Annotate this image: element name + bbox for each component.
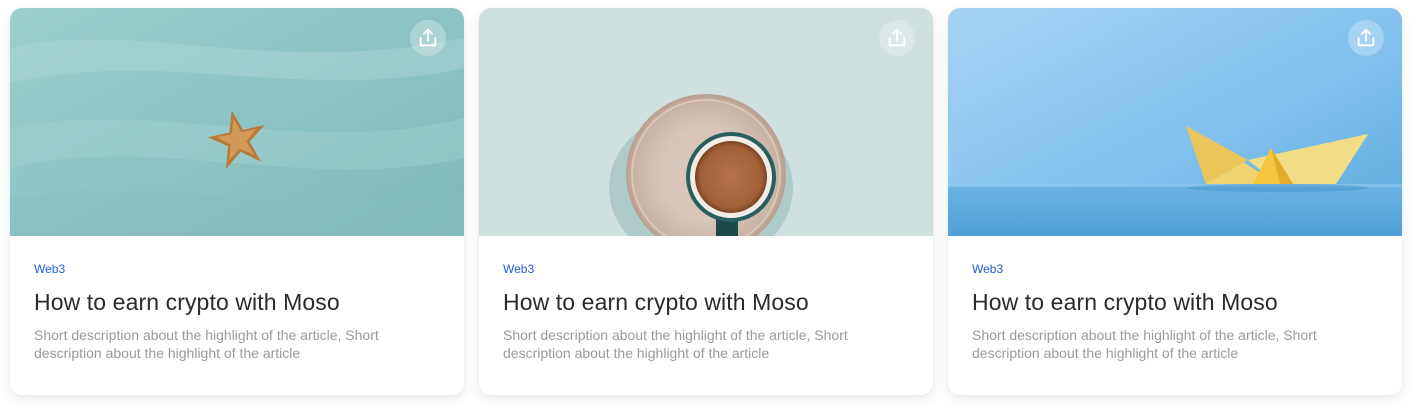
share-upload-icon: [1357, 28, 1375, 47]
share-upload-icon: [888, 28, 906, 47]
article-description: Short description about the highlight of…: [503, 327, 848, 361]
article-category-tag[interactable]: Web3: [503, 261, 909, 277]
article-title[interactable]: How to earn crypto with Moso: [972, 287, 1378, 317]
article-category-tag[interactable]: Web3: [34, 261, 440, 277]
article-image-starfish[interactable]: [10, 8, 464, 236]
article-category-tag[interactable]: Web3: [972, 261, 1378, 277]
article-image-coffee[interactable]: [479, 8, 933, 236]
article-title[interactable]: How to earn crypto with Moso: [34, 287, 440, 317]
article-description: Short description about the highlight of…: [34, 327, 379, 361]
share-button[interactable]: [1348, 20, 1384, 56]
paper-boat-photo: [948, 8, 1402, 236]
article-image-paper-boat[interactable]: [948, 8, 1402, 236]
article-card-body: Web3 How to earn crypto with Moso Short …: [948, 236, 1402, 362]
article-card[interactable]: Web3 How to earn crypto with Moso Short …: [10, 8, 464, 395]
share-button[interactable]: [879, 20, 915, 56]
starfish-photo: [10, 8, 464, 236]
article-card[interactable]: Web3 How to earn crypto with Moso Short …: [948, 8, 1402, 395]
article-description: Short description about the highlight of…: [972, 327, 1317, 361]
article-card-body: Web3 How to earn crypto with Moso Short …: [10, 236, 464, 362]
article-title[interactable]: How to earn crypto with Moso: [503, 287, 909, 317]
article-card-body: Web3 How to earn crypto with Moso Short …: [479, 236, 933, 362]
share-upload-icon: [419, 28, 437, 47]
article-card[interactable]: Web3 How to earn crypto with Moso Short …: [479, 8, 933, 395]
coffee-photo: [479, 8, 933, 236]
share-button[interactable]: [410, 20, 446, 56]
article-card-list: Web3 How to earn crypto with Moso Short …: [0, 0, 1416, 411]
